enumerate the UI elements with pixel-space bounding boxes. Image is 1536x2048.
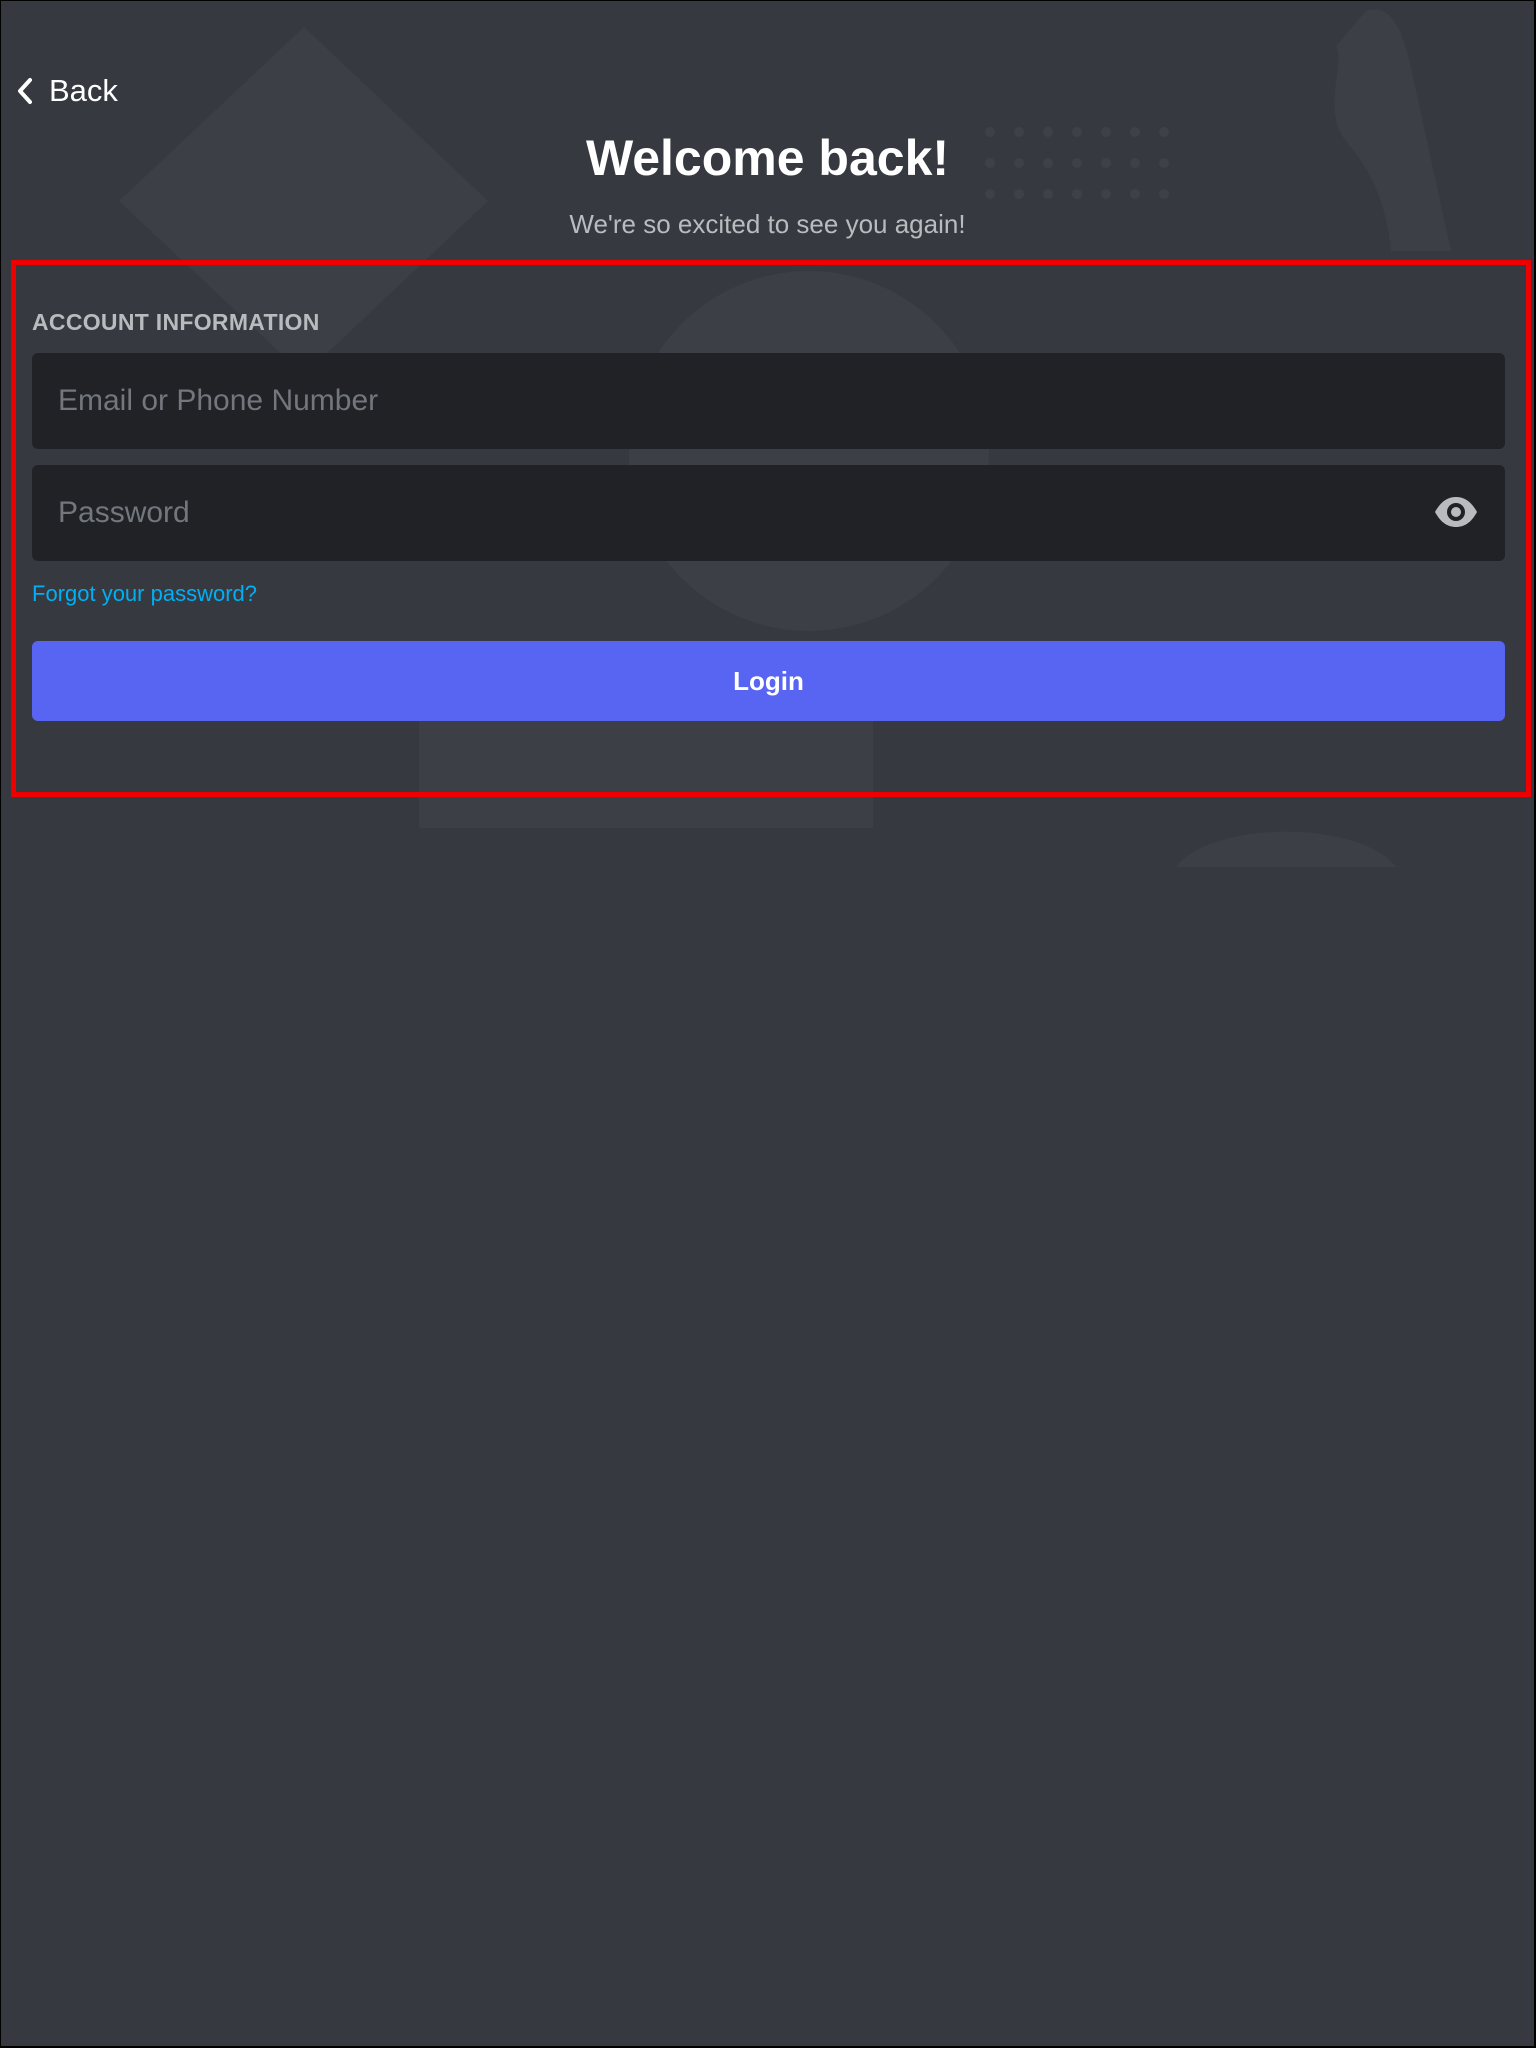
login-screen: Back Welcome back! We're so excited to s… (1, 1, 1534, 2046)
password-field[interactable]: Password (32, 465, 1505, 561)
back-button[interactable]: Back (15, 69, 118, 113)
email-field[interactable]: Email or Phone Number (32, 353, 1505, 449)
page-title: Welcome back! (585, 130, 950, 186)
account-info-label: ACCOUNT INFORMATION (32, 309, 320, 335)
email-placeholder: Email or Phone Number (58, 384, 379, 417)
back-label: Back (49, 73, 118, 108)
chevron-left-icon (18, 78, 32, 104)
password-placeholder: Password (58, 496, 190, 529)
forgot-password-link[interactable]: Forgot your password? (32, 579, 257, 609)
page-subtitle: We're so excited to see you again! (569, 209, 966, 239)
login-button[interactable]: Login (32, 641, 1505, 721)
eye-icon[interactable] (1433, 495, 1479, 529)
